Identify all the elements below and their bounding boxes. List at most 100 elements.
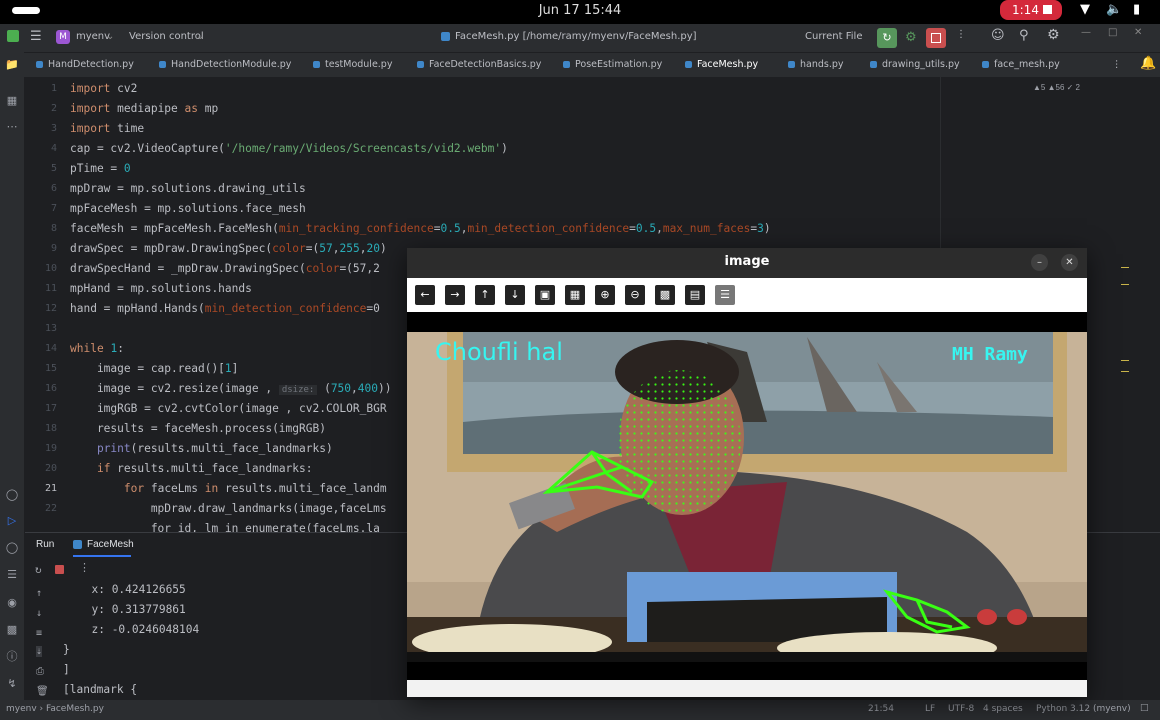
run-config-tab[interactable]: FaceMesh	[87, 539, 134, 550]
tab-face-mesh[interactable]: face_mesh.py	[982, 53, 1060, 77]
ide-logo-icon[interactable]	[7, 30, 19, 42]
line-endings[interactable]: LF	[925, 704, 935, 714]
lock-icon[interactable]: □	[1140, 703, 1149, 713]
breadcrumb[interactable]: myenv › FaceMesh.py	[6, 704, 104, 714]
python-console-icon[interactable]: ◯	[5, 488, 19, 502]
project-badge[interactable]: M	[56, 30, 70, 44]
volume-icon[interactable]: 🔈	[1106, 2, 1122, 17]
copy-icon[interactable]: ▤	[685, 285, 705, 305]
warning-marker[interactable]	[1121, 267, 1129, 285]
code-line: faceMesh = mpFaceMesh.FaceMesh(min_track…	[70, 222, 771, 235]
main-menu-icon[interactable]: ☰	[30, 29, 42, 44]
save-icon[interactable]: ▩	[655, 285, 675, 305]
minimize-window-icon[interactable]: —	[1081, 27, 1091, 38]
more-tools-icon[interactable]: ⋯	[5, 120, 19, 134]
system-clock[interactable]: Jun 17 15:44	[0, 3, 1160, 18]
indent-setting[interactable]: 4 spaces	[983, 704, 1023, 714]
tabs-more-icon[interactable]: ⋮	[1112, 53, 1122, 77]
project-folder-icon[interactable]: 📁	[5, 58, 19, 72]
arrow-up-icon[interactable]: ↑	[475, 285, 495, 305]
line-number: 19	[44, 443, 57, 454]
image-toolbar: ← → ↑ ↓ ▣ ▦ ⊕ ⊖ ▩ ▤ ☰	[407, 278, 1087, 312]
interpreter-selector[interactable]: Python 3.12 (myenv)	[1036, 704, 1131, 714]
code-line: pTime = 0	[70, 162, 131, 175]
close-icon[interactable]: ✕	[1061, 254, 1078, 271]
line-number: 8	[50, 223, 57, 234]
layers-icon[interactable]: ☰	[5, 568, 19, 582]
properties-icon[interactable]: ☰	[715, 285, 735, 305]
notifications-icon[interactable]: 🔔	[1140, 56, 1156, 71]
clear-icon[interactable]: 🗑	[36, 686, 49, 697]
tab-handdetectionmodule[interactable]: HandDetectionModule.py	[159, 53, 291, 77]
battery-icon[interactable]: ▮	[1133, 2, 1140, 17]
line-number: 12	[44, 303, 57, 314]
close-window-icon[interactable]: ✕	[1134, 27, 1142, 38]
video-frame[interactable]: Choufli hal MH Ramy	[407, 332, 1087, 662]
tab-facemesh[interactable]: FaceMesh.py	[685, 53, 759, 79]
terminal-icon[interactable]: ▩	[5, 623, 19, 637]
zoom-out-icon[interactable]: ⊖	[625, 285, 645, 305]
wifi-icon[interactable]: ▼	[1080, 2, 1090, 17]
git-icon[interactable]: ↯	[5, 677, 19, 691]
tab-facedetectionbasics[interactable]: FaceDetectionBasics.py	[417, 53, 541, 77]
arrow-down-icon[interactable]: ↓	[505, 285, 525, 305]
tab-testmodule[interactable]: testModule.py	[313, 53, 392, 77]
search-icon[interactable]: ⚲	[1019, 28, 1029, 43]
stop-button[interactable]	[926, 28, 946, 48]
vcs-selector[interactable]: Version control	[129, 31, 204, 42]
more-icon[interactable]: ⋮	[79, 561, 90, 574]
inspection-widget[interactable]: ▲5 ▲56 ✓ 2	[1033, 83, 1080, 92]
tab-hands[interactable]: hands.py	[788, 53, 844, 77]
services-icon[interactable]: ◯	[5, 541, 19, 555]
left-tool-strip: 📁 ▦ ⋯ ◯ ▷ ◯ ☰ ◉ ▩ ⓘ ↯	[0, 52, 25, 700]
image-letterbox-top	[407, 312, 1087, 332]
settings-gear-icon[interactable]: ⚙	[1047, 27, 1060, 43]
tab-handdetection[interactable]: HandDetection.py	[36, 53, 134, 77]
line-number: 11	[44, 283, 57, 294]
rerun-button[interactable]: ↻	[877, 28, 897, 48]
image-save-icon[interactable]: ▦	[565, 285, 585, 305]
python-file-icon	[36, 61, 43, 68]
code-line: if results.multi_face_landmarks:	[96, 462, 313, 475]
arrow-right-icon[interactable]: →	[445, 285, 465, 305]
maximize-window-icon[interactable]: □	[1108, 27, 1117, 38]
line-number: 17	[44, 403, 57, 414]
tab-poseestimation[interactable]: PoseEstimation.py	[563, 53, 662, 77]
file-encoding[interactable]: UTF-8	[948, 704, 974, 714]
stop-icon	[1043, 5, 1052, 14]
status-bar: myenv › FaceMesh.py 21:54 LF UTF-8 4 spa…	[0, 700, 1160, 720]
overlay-left-text: Choufli hal	[435, 338, 563, 366]
run-tool-icon[interactable]: ▷	[5, 514, 19, 528]
warning-marker[interactable]	[1121, 360, 1129, 372]
packages-icon[interactable]: ◉	[5, 596, 19, 610]
rerun-icon[interactable]: ↻	[35, 563, 42, 576]
print-icon[interactable]: ⎙	[36, 666, 44, 677]
code-line: results = faceMesh.process(imgRGB)	[70, 422, 326, 435]
arrow-left-icon[interactable]: ←	[415, 285, 435, 305]
code-line: import time	[70, 122, 145, 135]
more-actions-icon[interactable]: ⋮	[956, 29, 966, 40]
add-user-icon[interactable]: ☺	[991, 28, 1005, 43]
line-number: 3	[50, 123, 57, 134]
python-file-icon	[417, 61, 424, 68]
overlay-right-text: MH Ramy	[952, 344, 1028, 365]
soft-wrap-icon[interactable]: ≡	[36, 628, 42, 639]
line-number: 20	[44, 463, 57, 474]
tab-drawing-utils[interactable]: drawing_utils.py	[870, 53, 960, 77]
scroll-end-icon[interactable]: ⇣	[36, 646, 43, 657]
scroll-down-icon[interactable]: ↓	[36, 608, 42, 619]
recording-indicator[interactable]: 1:14	[1000, 0, 1062, 20]
image-icon[interactable]: ▣	[535, 285, 555, 305]
minimize-icon[interactable]: –	[1031, 254, 1048, 271]
problems-icon[interactable]: ⓘ	[5, 650, 19, 664]
scroll-up-icon[interactable]: ↑	[36, 588, 42, 599]
stop-icon[interactable]	[55, 565, 64, 574]
structure-icon[interactable]: ▦	[5, 94, 19, 108]
caret-position[interactable]: 21:54	[868, 704, 894, 714]
window-title[interactable]: image	[407, 248, 1087, 278]
project-selector[interactable]: myenv	[76, 31, 110, 42]
debug-icon[interactable]: ⚙	[905, 30, 917, 45]
zoom-in-icon[interactable]: ⊕	[595, 285, 615, 305]
run-config-selector[interactable]: Current File	[805, 31, 862, 42]
run-tab[interactable]: Run	[36, 539, 54, 550]
